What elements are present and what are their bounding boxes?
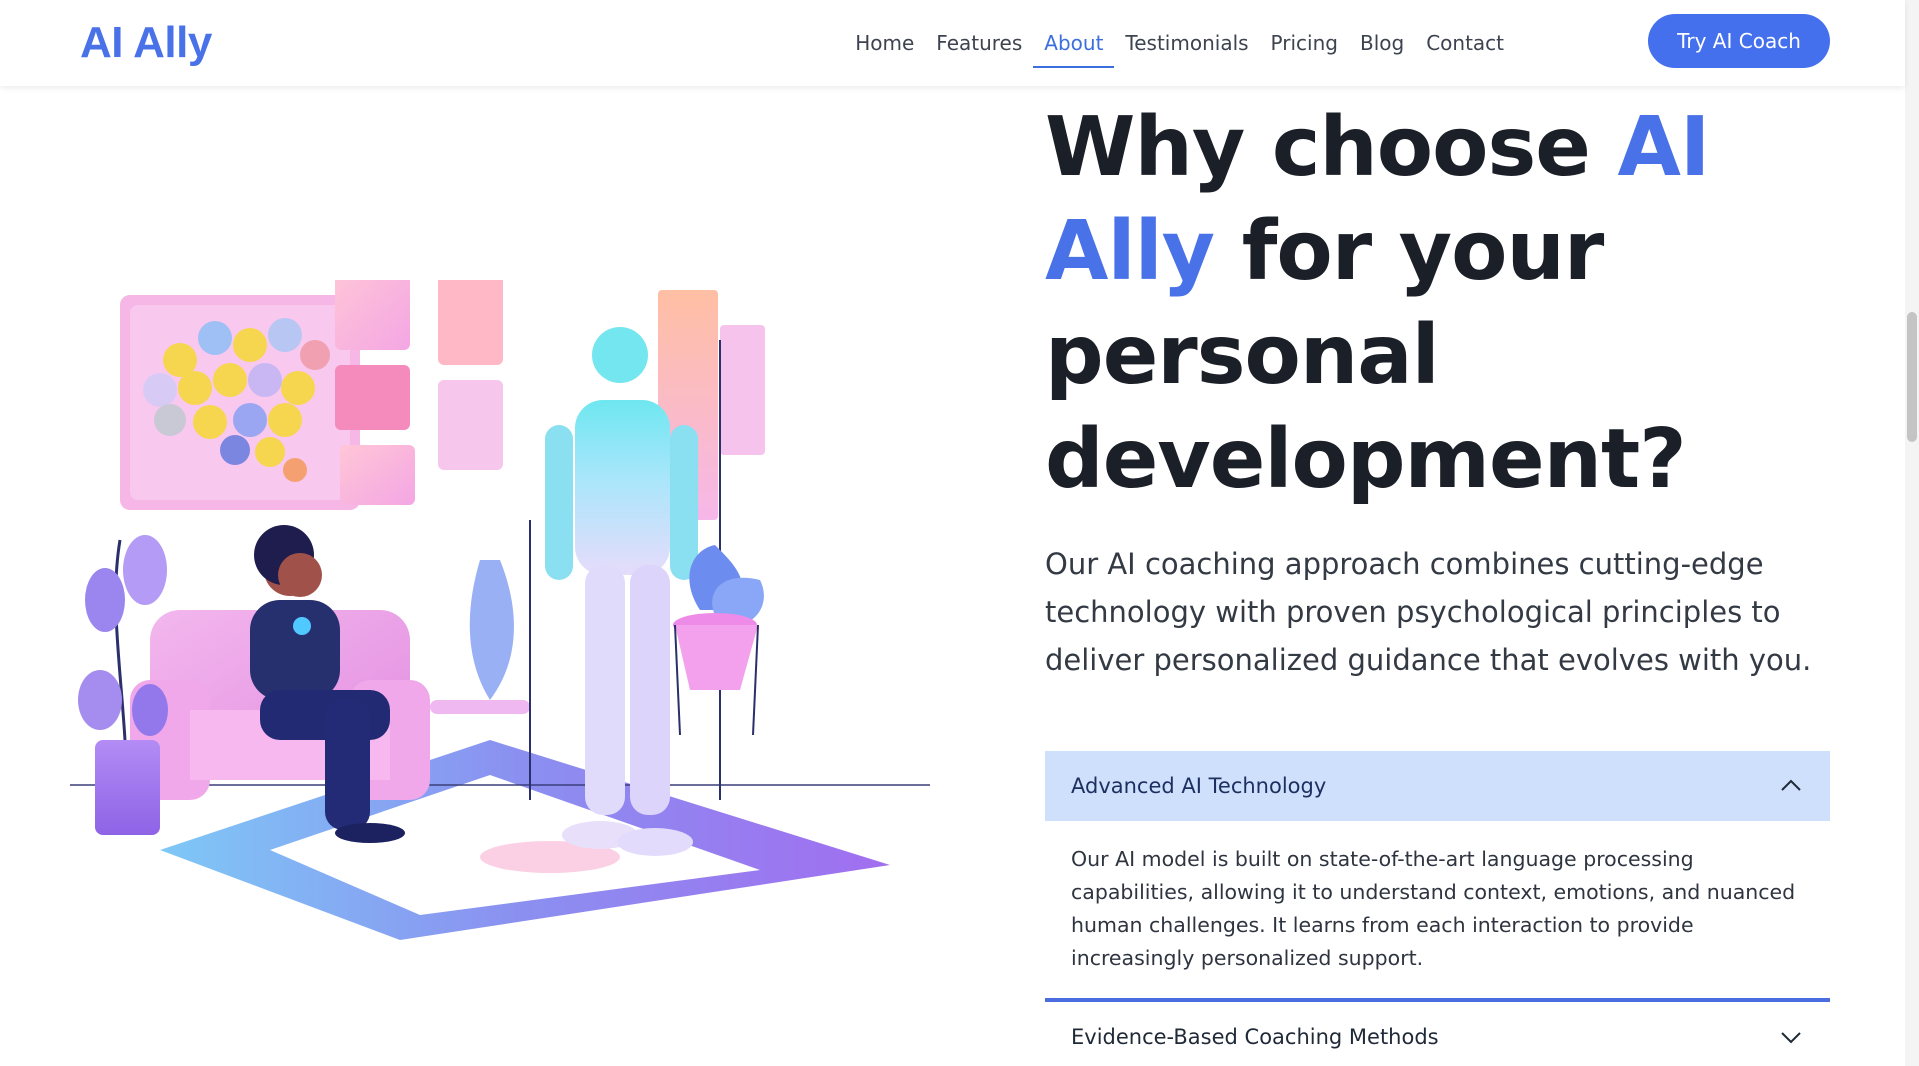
- why-choose-section: Why choose AI Ally for your personal dev…: [1045, 96, 1835, 684]
- main-nav: Home Features About Testimonials Pricing…: [844, 0, 1515, 86]
- brand-logo[interactable]: AI Ally: [80, 18, 212, 68]
- section-heading: Why choose AI Ally for your personal dev…: [1045, 96, 1835, 512]
- nav-link-blog[interactable]: Blog: [1349, 0, 1415, 86]
- try-ai-coach-button[interactable]: Try AI Coach: [1648, 14, 1830, 68]
- nav-link-contact[interactable]: Contact: [1415, 0, 1515, 86]
- nav-link-home[interactable]: Home: [844, 0, 925, 86]
- chevron-down-icon: [1778, 1024, 1804, 1050]
- accordion-panel-advanced-ai: Our AI model is built on state-of-the-ar…: [1071, 847, 1796, 970]
- chevron-up-icon: [1778, 773, 1804, 799]
- scrollbar-thumb[interactable]: [1907, 312, 1917, 442]
- heading-text-start: Why choose: [1045, 100, 1618, 195]
- nav-link-about[interactable]: About: [1033, 0, 1115, 86]
- accordion-header-evidence-based[interactable]: Evidence-Based Coaching Methods: [1045, 1002, 1830, 1066]
- accordion-title: Evidence-Based Coaching Methods: [1071, 1025, 1439, 1049]
- nav-link-testimonials[interactable]: Testimonials: [1114, 0, 1259, 86]
- page-scrollbar[interactable]: [1905, 0, 1919, 1066]
- coaching-session-illustration: [70, 265, 950, 950]
- nav-link-pricing[interactable]: Pricing: [1260, 0, 1349, 86]
- section-lead-paragraph: Our AI coaching approach combines cuttin…: [1045, 547, 1812, 677]
- accordion-title: Advanced AI Technology: [1071, 774, 1327, 798]
- accordion-header-advanced-ai[interactable]: Advanced AI Technology: [1045, 751, 1830, 821]
- features-accordion: Advanced AI Technology Our AI model is b…: [1045, 751, 1830, 1066]
- top-navbar: AI Ally Home Features About Testimonials…: [0, 0, 1905, 86]
- nav-link-features[interactable]: Features: [925, 0, 1033, 86]
